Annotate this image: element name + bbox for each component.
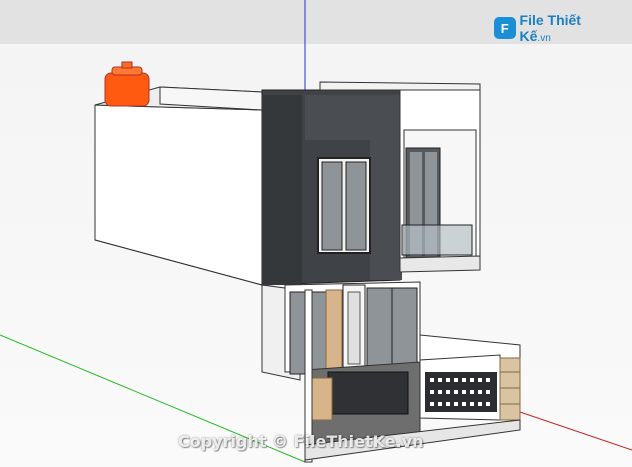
- main-door-inlay: [347, 291, 361, 365]
- copyright-watermark: Copyright © FileThietKe.vn: [178, 432, 424, 451]
- facade-pillar-left: [262, 95, 302, 285]
- side-wall: [94, 104, 263, 286]
- red-axis: [519, 411, 632, 451]
- balcony-slab: [399, 255, 481, 273]
- file-logo-icon: F: [494, 17, 516, 39]
- watermark-logo: F File Thiết Kế.vn: [494, 12, 614, 44]
- 3d-model-scene[interactable]: [0, 0, 632, 467]
- facade-pillar-right: [370, 95, 402, 280]
- water-tank: [104, 72, 150, 107]
- sketchup-viewport[interactable]: F File Thiết Kế.vn Copyright © FileThiet…: [0, 0, 632, 467]
- gate-pillar: [499, 357, 521, 421]
- water-tank-cap: [121, 61, 133, 69]
- garage-wood-panel: [309, 377, 333, 421]
- roof-slab-top: [319, 81, 481, 91]
- balcony-glass-railing: [401, 224, 473, 256]
- upper-window-pane-left: [321, 161, 343, 251]
- logo-domain: .vn: [537, 33, 551, 44]
- carport-canopy: [419, 334, 521, 361]
- wood-panel: [325, 289, 343, 371]
- parked-car: [327, 371, 409, 415]
- upper-window-pane-right: [345, 161, 367, 251]
- facade-header: [305, 95, 370, 140]
